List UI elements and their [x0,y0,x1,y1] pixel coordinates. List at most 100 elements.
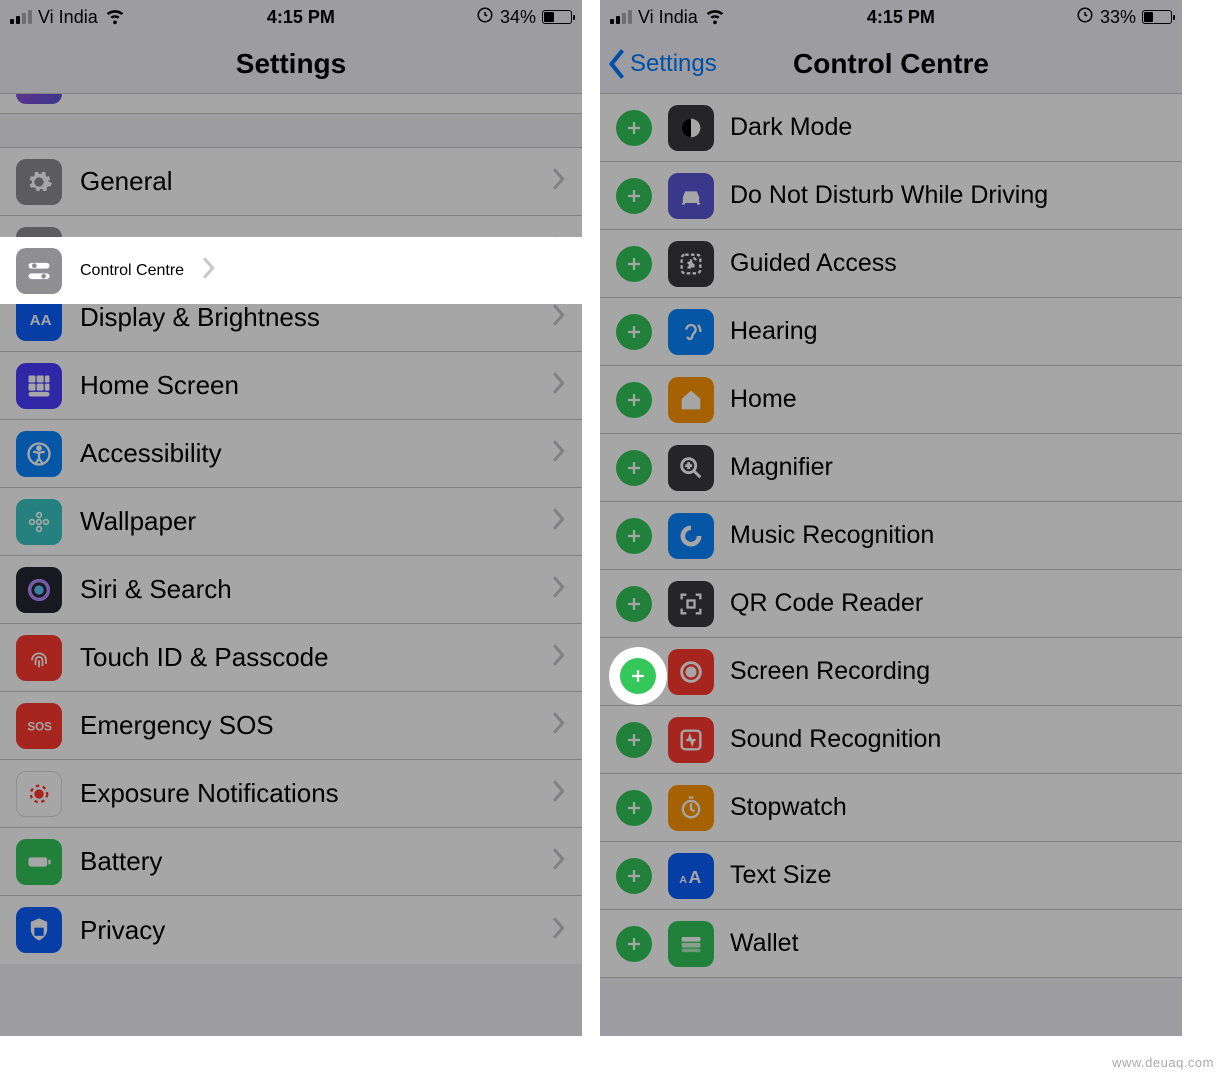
cc-row-hearing[interactable]: Hearing [600,298,1182,366]
row-label: QR Code Reader [730,589,1166,618]
row-label: Battery [80,846,534,877]
settings-row-wallpaper[interactable]: Wallpaper [0,488,582,556]
row-label: Music Recognition [730,521,1166,550]
highlighted-control-centre-row[interactable]: Control Centre [0,237,582,304]
stopwatch-icon [668,785,714,831]
cc-row-wallet[interactable]: Wallet [600,910,1182,978]
cc-row-sound-recognition[interactable]: Sound Recognition [600,706,1182,774]
settings-row-battery[interactable]: Battery [0,828,582,896]
dnd-driving-icon [668,173,714,219]
signal-icon [610,10,632,24]
lock-rotation-icon [1076,6,1094,29]
home-screen-icon [16,363,62,409]
cc-row-guided-access[interactable]: Guided Access [600,230,1182,298]
right-phone: Vi India 4:15 PM 33% Settings Control Ce… [600,0,1182,1036]
back-label: Settings [630,50,717,78]
row-label: Hearing [730,317,1166,346]
nav-bar: Settings Control Centre [600,34,1182,94]
battery-label: 34% [500,7,536,28]
cc-row-qr-code[interactable]: QR Code Reader [600,570,1182,638]
row-label: General [80,166,534,197]
add-button[interactable] [616,314,652,350]
chevron-right-icon [552,917,566,944]
row-label: Home [730,385,1166,414]
row-label: Privacy [80,915,534,946]
add-icon [620,658,656,694]
page-title: Control Centre [793,48,989,80]
back-button[interactable]: Settings [608,49,717,79]
add-button[interactable] [616,246,652,282]
cc-row-dark-mode[interactable]: Dark Mode [600,94,1182,162]
add-button[interactable] [616,790,652,826]
chevron-right-icon [552,304,566,331]
cc-row-home[interactable]: Home [600,366,1182,434]
cc-row-music-recognition[interactable]: Music Recognition [600,502,1182,570]
page-title: Settings [236,48,346,80]
touch-id-icon [16,635,62,681]
add-button[interactable] [616,110,652,146]
cc-row-screen-recording[interactable]: Screen Recording [600,638,1182,706]
chevron-right-icon [552,168,566,195]
control-centre-icon [16,248,62,294]
add-button[interactable] [616,450,652,486]
cc-row-stopwatch[interactable]: Stopwatch [600,774,1182,842]
chevron-right-icon [552,372,566,399]
row-label: Accessibility [80,438,534,469]
settings-row-general[interactable]: General [0,148,582,216]
add-button[interactable] [616,518,652,554]
settings-row-home-screen[interactable]: Home Screen [0,352,582,420]
accessibility-icon [16,431,62,477]
row-label: Screen Recording [730,657,1166,686]
svg-text:AA: AA [30,312,52,329]
add-button[interactable] [616,382,652,418]
cc-row-dnd-driving[interactable]: Do Not Disturb While Driving [600,162,1182,230]
wifi-icon [704,4,726,31]
screen-recording-icon [668,649,714,695]
clock-label: 4:15 PM [267,7,335,28]
row-label: Stopwatch [730,793,1166,822]
cc-row-text-size[interactable]: AA Text Size [600,842,1182,910]
control-centre-list: Dark Mode Do Not Disturb While Driving Gui… [600,94,1182,978]
general-icon [16,159,62,205]
magnifier-icon [668,445,714,491]
settings-row-exposure[interactable]: Exposure Notifications [0,760,582,828]
row-label: Wallpaper [80,506,534,537]
guided-access-icon [668,241,714,287]
status-bar: Vi India 4:15 PM 34% [0,0,582,34]
add-button[interactable] [616,722,652,758]
privacy-icon [16,907,62,953]
row-label: Text Size [730,861,1166,890]
wifi-icon [104,4,126,31]
settings-row-emergency-sos[interactable]: SOSEmergency SOS [0,692,582,760]
chevron-right-icon [552,644,566,671]
signal-icon [10,10,32,24]
dark-mode-icon [668,105,714,151]
settings-row-siri-search[interactable]: Siri & Search [0,556,582,624]
row-label: Guided Access [730,249,1166,278]
lock-rotation-icon [476,6,494,29]
row-label: Exposure Notifications [80,778,534,809]
add-button[interactable] [616,926,652,962]
svg-text:A: A [679,874,687,886]
row-label: Display & Brightness [80,302,534,333]
add-button[interactable] [616,586,652,622]
highlighted-add-button[interactable] [609,647,667,705]
partial-prev-row[interactable] [0,94,582,114]
row-label: Sound Recognition [730,725,1166,754]
row-label: Siri & Search [80,574,534,605]
settings-row-privacy[interactable]: Privacy [0,896,582,964]
row-label: Dark Mode [730,113,1166,142]
add-button[interactable] [616,858,652,894]
battery-label: 33% [1100,7,1136,28]
settings-row-accessibility[interactable]: Accessibility [0,420,582,488]
row-label: Wallet [730,929,1166,958]
emergency-sos-icon: SOS [16,703,62,749]
wallpaper-icon [16,499,62,545]
cc-row-magnifier[interactable]: Magnifier [600,434,1182,502]
watermark: www.deuaq.com [1112,1055,1214,1070]
qr-code-icon [668,581,714,627]
text-size-icon: AA [668,853,714,899]
nav-bar: Settings [0,34,582,94]
settings-row-touch-id[interactable]: Touch ID & Passcode [0,624,582,692]
add-button[interactable] [616,178,652,214]
